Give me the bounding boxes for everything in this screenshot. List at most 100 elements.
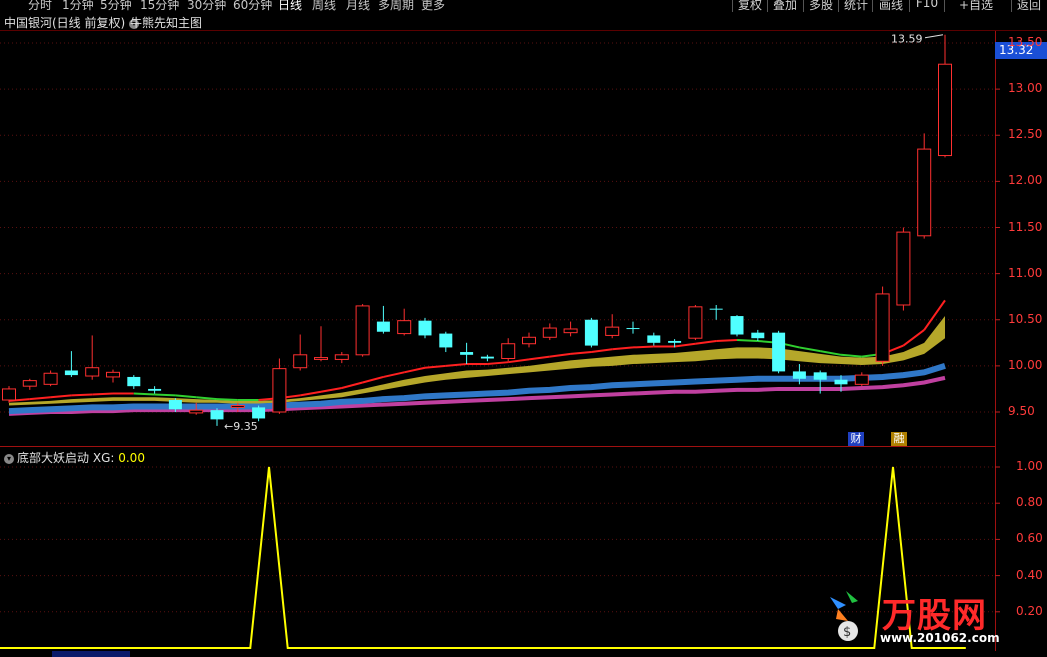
candle-body-up xyxy=(43,372,58,385)
ma-red-line-segment xyxy=(549,352,571,358)
ma-red-line-segment xyxy=(362,375,384,384)
ma-red-line-segment xyxy=(196,396,218,401)
ma-red-line-segment xyxy=(612,346,634,351)
ma-red-line-segment xyxy=(840,353,862,358)
watermark-brand: 万股网 xyxy=(882,596,987,636)
price-axis-label: 12.00 xyxy=(1008,173,1043,188)
candle-body-up xyxy=(896,231,911,306)
candle-body-up xyxy=(854,374,869,385)
ma-red-line-segment xyxy=(92,392,114,396)
sub-indicator-title[interactable]: ▾ 底部大妖启动 XG: 0.00 xyxy=(4,449,145,466)
candle-body-down xyxy=(168,400,182,410)
ma-red-line-segment xyxy=(320,387,342,393)
price-axis-label: 9.50 xyxy=(1008,404,1035,418)
candle-body-down xyxy=(730,316,744,335)
candle-body-up xyxy=(2,388,16,401)
ma-red-line-segment xyxy=(154,393,176,397)
candle-body-down xyxy=(668,340,682,343)
price-axis-label: 11.50 xyxy=(1008,219,1043,234)
xg-label: XG: xyxy=(92,451,115,465)
ma-red-line-segment xyxy=(300,390,322,397)
candle-body-up xyxy=(688,306,703,339)
candle-body-up xyxy=(293,354,308,369)
candle-body-down xyxy=(584,319,598,346)
ma-red-line-segment xyxy=(674,342,696,348)
candle-body-down xyxy=(709,308,723,310)
candle-body-down xyxy=(751,332,765,339)
ma-red-line-segment xyxy=(487,361,509,366)
ma-red-line-segment xyxy=(716,339,738,342)
xg-line xyxy=(0,466,966,649)
main-title: 中国银河(日线 前复权) xyxy=(4,16,126,30)
ma-red-line-segment xyxy=(445,363,467,367)
watermark-url: www.201062.com xyxy=(880,631,1000,645)
candle-body-down xyxy=(626,328,640,330)
ma-red-line-segment xyxy=(341,381,363,389)
high-arrow xyxy=(924,34,944,39)
ma-red-line-segment xyxy=(591,348,613,354)
candle-body-down xyxy=(792,371,806,379)
ma-red-line-segment xyxy=(799,346,821,353)
high-label: 13.59 xyxy=(891,33,923,46)
candle-body-down xyxy=(813,372,827,380)
candle-body-up xyxy=(189,409,204,414)
candle-body-up xyxy=(938,63,952,157)
candle-body-down xyxy=(64,370,78,376)
low-label: ←9.35 xyxy=(224,420,258,433)
price-axis-label: 13.00 xyxy=(1008,81,1043,96)
ma-red-line-segment xyxy=(133,392,155,396)
candle-body-down xyxy=(772,332,786,372)
ma-red-line-segment xyxy=(695,339,717,345)
sub-indicator-name: 底部大妖启动 xyxy=(17,451,90,465)
candle-body-down xyxy=(439,333,453,348)
price-axis-label: 10.00 xyxy=(1008,357,1043,372)
price-axis-label: 10.50 xyxy=(1008,311,1043,326)
candle-body-up xyxy=(272,368,287,413)
candle-body-down xyxy=(252,407,266,419)
candle-body-down xyxy=(127,376,141,387)
date-bar xyxy=(0,651,1047,657)
ma-red-line-segment xyxy=(175,394,197,399)
margin-tag[interactable]: 融 xyxy=(891,432,907,446)
candle-body-up xyxy=(85,367,100,377)
ma-red-line-segment xyxy=(632,345,654,349)
sub-axis-label: 1.00 xyxy=(1016,459,1043,473)
ma-red-line-segment xyxy=(736,339,758,342)
candle-body-up xyxy=(397,320,412,335)
xg-value: 0.00 xyxy=(118,451,145,465)
ma-red-line-segment xyxy=(403,366,426,374)
price-axis-label: 13.50 xyxy=(1008,35,1043,49)
candle-body-down xyxy=(480,356,494,359)
candle-body-up xyxy=(22,380,37,387)
candle-body-up xyxy=(542,327,557,338)
sub-axis-label: 0.80 xyxy=(1016,495,1043,510)
candle-body-up xyxy=(334,354,349,360)
chart-title: 中国银河(日线 前复权) ▾ xyxy=(4,14,142,31)
kline-chart: 13.59 ←9.35 xyxy=(0,30,1047,651)
ma-red-line-segment xyxy=(570,351,592,355)
sub-indicator-dropdown-icon[interactable]: ▾ xyxy=(4,453,14,464)
candle-body-up xyxy=(501,343,516,359)
svg-text:$: $ xyxy=(843,625,851,640)
indicator-title[interactable]: 牛熊先知主图 xyxy=(130,14,202,31)
ma-red-line-segment xyxy=(902,329,925,347)
candle-body-down xyxy=(210,410,224,420)
ma-red-line-segment xyxy=(508,358,530,364)
ma-red-line-segment xyxy=(29,396,51,401)
sub-axis-label: 0.40 xyxy=(1016,567,1043,582)
candle-body-down xyxy=(418,320,432,336)
ma-red-line-segment xyxy=(383,371,405,378)
finance-tag[interactable]: 财 xyxy=(848,432,864,446)
ma-red-line-segment xyxy=(528,355,550,361)
candle-body-up xyxy=(355,305,370,356)
candle-body-up xyxy=(314,357,328,360)
ma-red-line-segment xyxy=(71,393,93,397)
ma-red-line-segment xyxy=(50,394,72,399)
price-axis-label: 12.50 xyxy=(1008,127,1043,142)
candle-body-down xyxy=(834,379,848,385)
ma-red-line-segment xyxy=(216,398,238,402)
candle-body-up xyxy=(522,336,536,345)
date-cursor xyxy=(52,651,130,657)
candle-body-down xyxy=(647,335,661,343)
candle-body-down xyxy=(460,352,474,355)
